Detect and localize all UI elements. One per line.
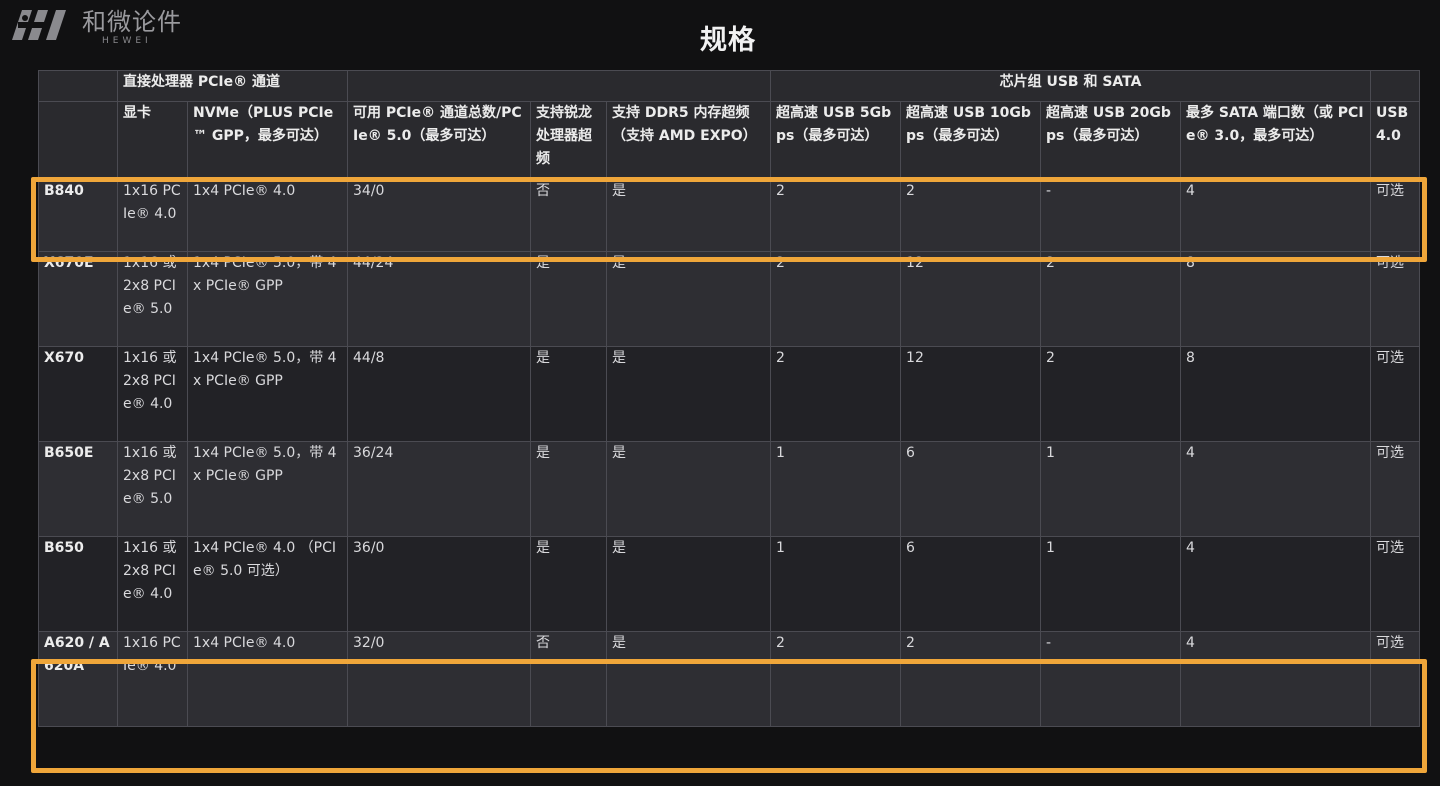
cell-cpu-oc: 是	[530, 251, 607, 347]
cell-lanes: 44/24	[347, 251, 531, 347]
col-header-gpu: 显卡	[117, 101, 188, 180]
col-header-usb4: USB 4.0	[1370, 101, 1421, 180]
cell-nvme: 1x4 PCIe® 4.0	[187, 179, 348, 252]
cell-ddr5-oc: 是	[605, 441, 772, 537]
cell-usb5: 1	[770, 441, 902, 537]
cell-usb20: 2	[1040, 346, 1182, 442]
cell-usb5: 2	[770, 251, 902, 347]
cell-gpu: 1x16 或 2x8 PCIe® 5.0	[117, 441, 188, 537]
cell-ddr5-oc: 是	[605, 536, 772, 632]
group-header-chipset: 芯片组 USB 和 SATA	[770, 70, 1372, 102]
cell-usb5: 2	[770, 346, 902, 442]
table-row: B650E 1x16 或 2x8 PCIe® 5.0 1x4 PCIe® 5.0…	[38, 441, 1421, 537]
col-header-lanes: 可用 PCIe® 通道总数/PCIe® 5.0（最多可达）	[347, 101, 531, 180]
cell-sata: 8	[1180, 251, 1372, 347]
cell-usb20: -	[1040, 631, 1182, 727]
col-header-usb10: 超高速 USB 10Gbps（最多可达）	[900, 101, 1042, 180]
col-header-nvme: NVMe（PLUS PCIe™ GPP，最多可达）	[187, 101, 348, 180]
table-row: B650 1x16 或 2x8 PCIe® 4.0 1x4 PCIe® 4.0 …	[38, 536, 1421, 632]
spec-table: 直接处理器 PCIe® 通道 芯片组 USB 和 SATA 显卡 NVMe（PL…	[38, 70, 1421, 727]
cell-sata: 4	[1180, 441, 1372, 537]
col-header-model	[38, 101, 118, 180]
cell-usb10: 2	[900, 179, 1042, 252]
cell-ddr5-oc: 是	[605, 179, 772, 252]
cell-nvme: 1x4 PCIe® 4.0	[187, 631, 348, 727]
cell-gpu: 1x16 或 2x8 PCIe® 5.0	[117, 251, 188, 347]
cell-model: B840	[38, 179, 118, 252]
group-header-cpu-lanes: 直接处理器 PCIe® 通道	[117, 70, 348, 102]
col-header-usb5: 超高速 USB 5Gbps（最多可达）	[770, 101, 902, 180]
table-row: X670 1x16 或 2x8 PCIe® 4.0 1x4 PCIe® 5.0，…	[38, 346, 1421, 442]
cell-usb5: 2	[770, 179, 902, 252]
cell-gpu: 1x16 PCIe® 4.0	[117, 179, 188, 252]
cell-cpu-oc: 是	[530, 441, 607, 537]
cell-usb20: 1	[1040, 536, 1182, 632]
cell-model: B650E	[38, 441, 118, 537]
cell-usb20: 2	[1040, 251, 1182, 347]
cell-nvme: 1x4 PCIe® 5.0，带 4x PCIe® GPP	[187, 251, 348, 347]
cell-sata: 4	[1180, 631, 1372, 727]
cell-usb20: 1	[1040, 441, 1182, 537]
cell-nvme: 1x4 PCIe® 5.0，带 4x PCIe® GPP	[187, 441, 348, 537]
cell-lanes: 36/24	[347, 441, 531, 537]
cell-gpu: 1x16 或 2x8 PCIe® 4.0	[117, 536, 188, 632]
cell-ddr5-oc: 是	[605, 251, 772, 347]
cell-cpu-oc: 否	[530, 631, 607, 727]
cell-model: X670E	[38, 251, 118, 347]
col-header-sata: 最多 SATA 端口数（或 PCIe® 3.0，最多可达）	[1180, 101, 1372, 180]
cell-lanes: 34/0	[347, 179, 531, 252]
cell-usb10: 12	[900, 251, 1042, 347]
cell-usb4: 可选	[1370, 536, 1421, 632]
page-title: 规格	[700, 25, 756, 56]
cell-nvme: 1x4 PCIe® 5.0，带 4x PCIe® GPP	[187, 346, 348, 442]
cell-usb4: 可选	[1370, 631, 1421, 727]
group-header-empty	[38, 70, 118, 102]
column-header-row: 显卡 NVMe（PLUS PCIe™ GPP，最多可达） 可用 PCIe® 通道…	[38, 101, 1421, 180]
cell-nvme: 1x4 PCIe® 4.0 （PCIe® 5.0 可选）	[187, 536, 348, 632]
cell-sata: 8	[1180, 346, 1372, 442]
cell-lanes: 32/0	[347, 631, 531, 727]
cell-usb4: 可选	[1370, 179, 1421, 252]
cell-lanes: 36/0	[347, 536, 531, 632]
cell-usb10: 12	[900, 346, 1042, 442]
col-header-usb20: 超高速 USB 20Gbps（最多可达）	[1040, 101, 1182, 180]
col-header-ddr5-oc: 支持 DDR5 内存超频（支持 AMD EXPO）	[605, 101, 772, 180]
cell-usb10: 2	[900, 631, 1042, 727]
cell-model: A620 / A620A	[38, 631, 118, 727]
cell-ddr5-oc: 是	[605, 631, 772, 727]
cell-usb4: 可选	[1370, 251, 1421, 347]
cell-model: X670	[38, 346, 118, 442]
group-header-end	[1370, 70, 1421, 102]
cell-gpu: 1x16 或 2x8 PCIe® 4.0	[117, 346, 188, 442]
cell-usb4: 可选	[1370, 441, 1421, 537]
cell-usb5: 1	[770, 536, 902, 632]
cell-ddr5-oc: 是	[605, 346, 772, 442]
cell-cpu-oc: 是	[530, 346, 607, 442]
cell-cpu-oc: 是	[530, 536, 607, 632]
cell-lanes: 44/8	[347, 346, 531, 442]
table-row: X670E 1x16 或 2x8 PCIe® 5.0 1x4 PCIe® 5.0…	[38, 251, 1421, 347]
cell-gpu: 1x16 PCIe® 4.0	[117, 631, 188, 727]
group-header-row: 直接处理器 PCIe® 通道 芯片组 USB 和 SATA	[38, 70, 1421, 102]
cell-usb20: -	[1040, 179, 1182, 252]
cell-sata: 4	[1180, 179, 1372, 252]
cell-usb4: 可选	[1370, 346, 1421, 442]
cell-usb10: 6	[900, 536, 1042, 632]
col-header-cpu-oc: 支持锐龙处理器超频	[530, 101, 607, 180]
cell-usb10: 6	[900, 441, 1042, 537]
cell-sata: 4	[1180, 536, 1372, 632]
cell-model: B650	[38, 536, 118, 632]
table-row: A620 / A620A 1x16 PCIe® 4.0 1x4 PCIe® 4.…	[38, 631, 1421, 727]
table-row: B840 1x16 PCIe® 4.0 1x4 PCIe® 4.0 34/0 否…	[38, 179, 1421, 252]
cell-cpu-oc: 否	[530, 179, 607, 252]
group-header-spacer	[346, 70, 772, 102]
cell-usb5: 2	[770, 631, 902, 727]
